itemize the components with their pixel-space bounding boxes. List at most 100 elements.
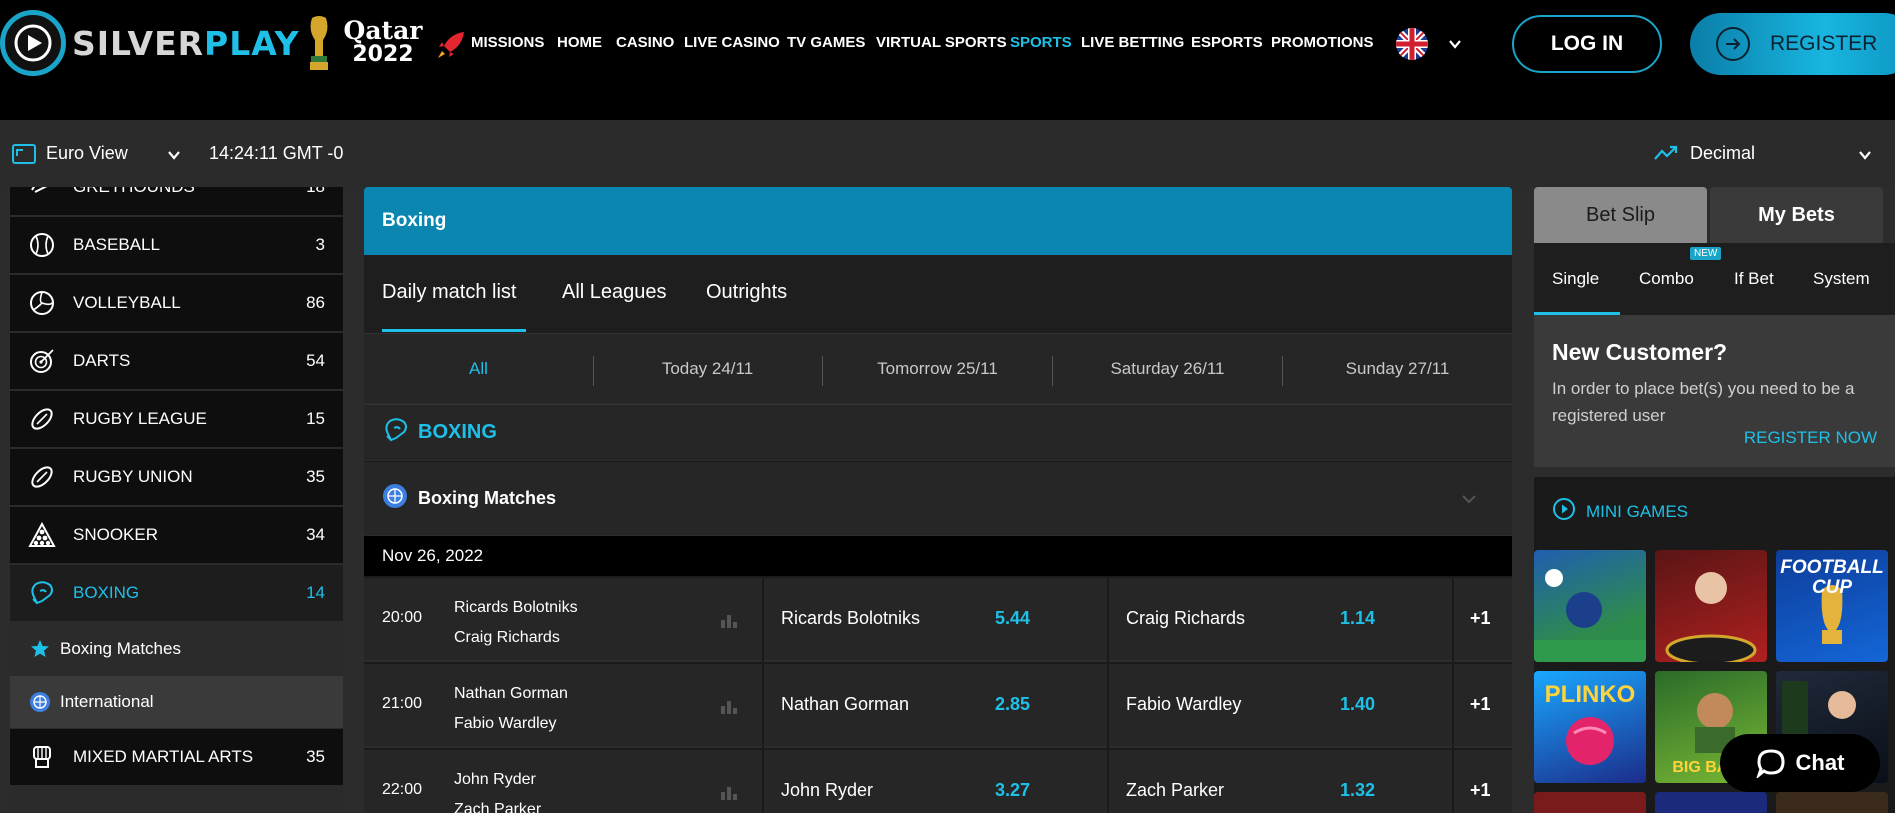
away-odd-value[interactable]: 1.14	[1315, 608, 1375, 629]
game-thumb-football-cup[interactable]: FOOTBALL CUP	[1776, 550, 1888, 662]
home-odd-label[interactable]: John Ryder	[781, 780, 873, 801]
uk-flag-icon[interactable]	[1396, 28, 1428, 60]
nav-virtual-sports[interactable]: VIRTUAL SPORTS	[876, 34, 1007, 51]
home-odd-value[interactable]: 2.85	[970, 694, 1030, 715]
day-filter-tomorrow[interactable]: Tomorrow 25/11	[823, 334, 1052, 404]
main-content: Boxing Daily match list All Leagues Outr…	[364, 187, 1512, 813]
sidebar-item-count: 35	[306, 747, 325, 766]
sidebar-sub-boxing-matches[interactable]: Boxing Matches	[10, 623, 343, 675]
register-button[interactable]: REGISTER	[1690, 13, 1895, 75]
game-thumb-row3-b[interactable]	[1655, 792, 1767, 813]
match-teams[interactable]: Nathan Gorman Fabio Wardley	[454, 679, 568, 739]
odds-trend-icon	[1654, 144, 1678, 169]
day-filter-saturday[interactable]: Saturday 26/11	[1053, 334, 1282, 404]
euro-view-selector[interactable]: Euro View	[46, 143, 128, 164]
sidebar-item-rugby-league[interactable]: RUGBY LEAGUE 15	[10, 391, 343, 449]
sidebar-item-mixed-martial-arts[interactable]: MIXED MARTIAL ARTS 35	[10, 729, 343, 787]
sidebar-item-volleyball[interactable]: VOLLEYBALL 86	[10, 275, 343, 333]
away-odd-label[interactable]: Fabio Wardley	[1126, 694, 1241, 715]
home-team: Ricards Bolotniks	[454, 599, 578, 616]
active-tab-indicator	[382, 329, 526, 332]
sidebar-item-darts[interactable]: DARTS 54	[10, 333, 343, 391]
nav-sports[interactable]: SPORTS	[1010, 34, 1072, 51]
register-now-link[interactable]: REGISTER NOW	[1744, 428, 1877, 448]
chat-button[interactable]: Chat	[1720, 734, 1880, 792]
match-teams[interactable]: John Ryder Zach Parker	[454, 765, 541, 813]
away-odd-value[interactable]: 1.32	[1315, 780, 1375, 801]
sidebar-item-snooker[interactable]: SNOOKER 34	[10, 507, 343, 565]
column-divider	[762, 578, 764, 662]
day-filter-sunday[interactable]: Sunday 27/11	[1283, 334, 1512, 404]
match-teams[interactable]: Ricards Bolotniks Craig Richards	[454, 593, 578, 653]
sidebar-item-count: 18	[306, 187, 325, 197]
qatar-2022-promo[interactable]: Qatar 2022	[341, 18, 425, 66]
sidebar-sub-international[interactable]: International	[10, 676, 343, 728]
home-odd-value[interactable]: 3.27	[970, 780, 1030, 801]
game-title: PLINKO	[1544, 681, 1636, 708]
game-thumb-row3-a[interactable]	[1534, 792, 1646, 813]
day-filter-all[interactable]: All	[364, 334, 593, 404]
tab-my-bets[interactable]: My Bets	[1710, 187, 1883, 243]
nav-promotions[interactable]: PROMOTIONS	[1271, 34, 1374, 51]
game-title: FOOTBALL CUP	[1780, 557, 1884, 598]
globe-icon	[28, 691, 52, 713]
league-collapse-chevron-icon[interactable]	[1460, 492, 1478, 511]
nav-live-casino[interactable]: LIVE CASINO	[684, 34, 780, 51]
more-markets-button[interactable]: +1	[1470, 608, 1491, 629]
language-chevron-down-icon[interactable]	[1447, 36, 1463, 57]
game-thumb-roulette[interactable]	[1655, 550, 1767, 662]
nav-esports[interactable]: ESPORTS	[1191, 34, 1263, 51]
away-odd-label[interactable]: Craig Richards	[1126, 608, 1245, 629]
bet-type-single[interactable]: Single	[1552, 269, 1599, 289]
away-odd-value[interactable]: 1.40	[1315, 694, 1375, 715]
day-filter-today[interactable]: Today 24/11	[593, 334, 822, 404]
nav-missions[interactable]: MISSIONS	[471, 34, 544, 51]
bet-type-if-bet[interactable]: If Bet	[1734, 269, 1774, 289]
game-thumb-row3-c[interactable]	[1776, 792, 1888, 813]
euro-view-chevron-down-icon[interactable]	[166, 147, 182, 168]
login-button[interactable]: LOG IN	[1512, 15, 1662, 73]
sidebar-item-count: 35	[306, 467, 325, 486]
nav-tv-games[interactable]: TV GAMES	[787, 34, 865, 51]
home-odd-value[interactable]: 5.44	[970, 608, 1030, 629]
sidebar-item-label: SNOOKER	[73, 525, 159, 544]
bar-chart-icon[interactable]	[720, 784, 738, 805]
game-thumb-plinko[interactable]: PLINKO	[1534, 671, 1646, 783]
bar-chart-icon[interactable]	[720, 612, 738, 633]
column-divider	[1107, 664, 1109, 748]
brand-logo[interactable]: SILVERPLAY	[0, 8, 300, 78]
bet-type-combo[interactable]: Combo	[1639, 269, 1694, 289]
nav-live-betting[interactable]: LIVE BETTING	[1081, 34, 1184, 51]
odds-format-chevron-down-icon[interactable]	[1857, 147, 1873, 168]
bar-chart-icon[interactable]	[720, 698, 738, 719]
mini-games-title: MINI GAMES	[1586, 501, 1689, 521]
sidebar-item-count: 54	[306, 351, 325, 370]
baseball-icon	[27, 230, 57, 260]
home-odd-label[interactable]: Nathan Gorman	[781, 694, 909, 715]
home-odd-label[interactable]: Ricards Bolotniks	[781, 608, 920, 629]
sidebar-item-boxing[interactable]: BOXING 14	[10, 565, 343, 623]
column-divider	[1452, 664, 1454, 748]
tab-all-leagues[interactable]: All Leagues	[562, 281, 667, 304]
snooker-icon	[27, 520, 57, 550]
league-header[interactable]: Boxing Matches	[364, 461, 1512, 535]
odds-format-selector[interactable]: Decimal	[1690, 143, 1755, 164]
away-odd-label[interactable]: Zach Parker	[1126, 780, 1224, 801]
tab-outrights[interactable]: Outrights	[706, 281, 787, 304]
nav-home[interactable]: HOME	[557, 34, 602, 51]
sidebar-item-baseball[interactable]: BASEBALL 3	[10, 217, 343, 275]
euro-view-icon	[12, 144, 36, 169]
tab-daily-match-list[interactable]: Daily match list	[382, 281, 516, 304]
nav-casino[interactable]: CASINO	[616, 34, 674, 51]
more-markets-button[interactable]: +1	[1470, 780, 1491, 801]
tab-bet-slip[interactable]: Bet Slip	[1534, 187, 1707, 243]
sidebar-item-greyhounds[interactable]: GREYHOUNDS 18	[10, 187, 343, 217]
game-thumb-soccer[interactable]	[1534, 550, 1646, 662]
match-row: 22:00 John Ryder Zach Parker John Ryder …	[364, 748, 1512, 813]
match-date: Nov 26, 2022	[364, 536, 1512, 576]
bet-type-system[interactable]: System	[1813, 269, 1870, 289]
sidebar-item-count: 86	[306, 293, 325, 312]
more-markets-button[interactable]: +1	[1470, 694, 1491, 715]
boxing-glove-icon	[382, 416, 410, 449]
sidebar-item-rugby-union[interactable]: RUGBY UNION 35	[10, 449, 343, 507]
